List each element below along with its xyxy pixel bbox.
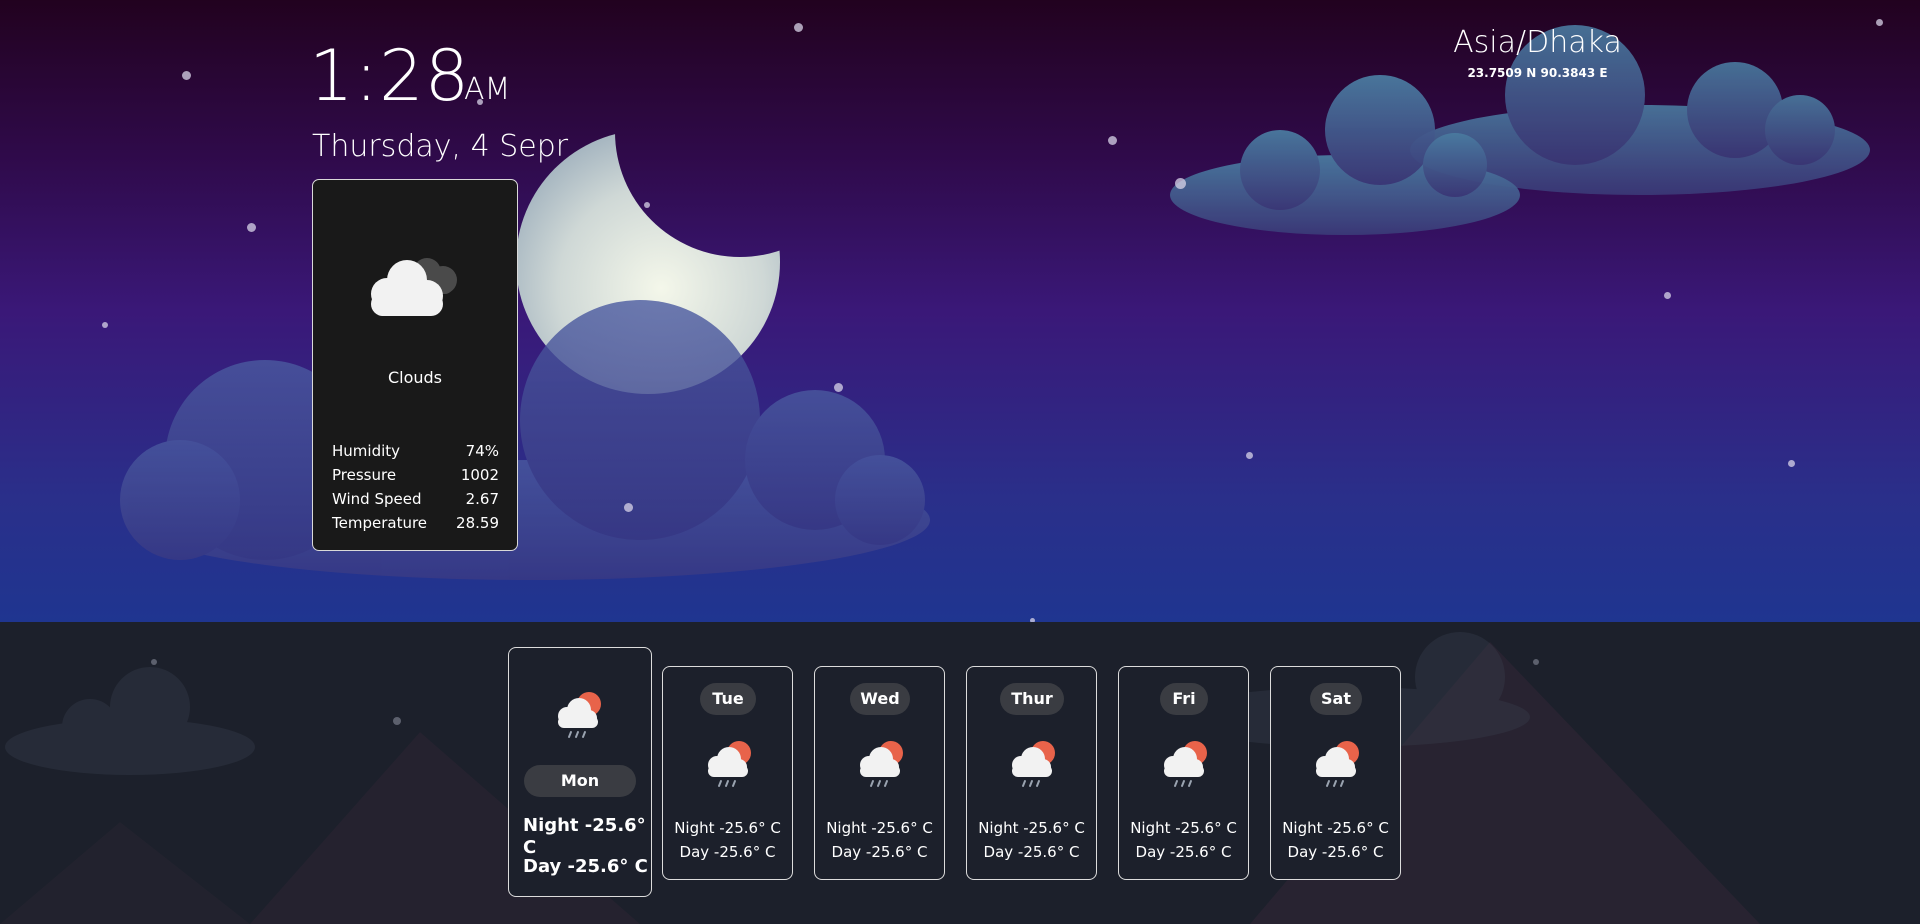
- current-weather-card: Clouds Humidity 74% Pressure 1002 Wind S…: [312, 179, 518, 551]
- day-temp: Day -25.6° C: [983, 843, 1080, 861]
- cloud-shape: [120, 300, 930, 580]
- star: [182, 71, 191, 80]
- stat-pressure: Pressure 1002: [332, 463, 499, 487]
- forecast-card-sat[interactable]: Sat Night -25.6° C Day -25.6° C: [1270, 666, 1401, 880]
- forecast-card-tue[interactable]: Tue Night -25.6° C Day -25.6° C: [662, 666, 793, 880]
- clouds-icon: [371, 258, 457, 316]
- day-temp: Day -25.6° C: [523, 856, 648, 877]
- star: [1175, 178, 1186, 189]
- star: [1664, 292, 1671, 299]
- star: [1108, 136, 1117, 145]
- forecast-card-mon[interactable]: Mon Night -25.6° C Day -25.6° C: [508, 647, 652, 897]
- star: [1246, 452, 1253, 459]
- night-temp: Night -25.6° C: [826, 819, 933, 837]
- stat-label: Wind Speed: [332, 490, 422, 508]
- star: [1876, 19, 1883, 26]
- rain-sun-icon: [1164, 741, 1207, 787]
- star: [834, 383, 843, 392]
- day-label: Mon: [524, 765, 636, 797]
- star: [794, 23, 803, 32]
- night-temp: Night -25.6° C: [978, 819, 1085, 837]
- cloud-shape: [1170, 75, 1520, 235]
- day-temp: Day -25.6° C: [679, 843, 776, 861]
- star: [102, 322, 108, 328]
- forecast-card-wed[interactable]: Wed Night -25.6° C Day -25.6° C: [814, 666, 945, 880]
- stat-value: 1002: [460, 466, 499, 484]
- stat-label: Temperature: [332, 514, 428, 532]
- day-temp: Day -25.6° C: [831, 843, 928, 861]
- night-temp: Night -25.6° C: [523, 815, 646, 858]
- day-temp: Day -25.6° C: [1287, 843, 1384, 861]
- location-block: Asia/Dhaka 23.7509 N 90.3843 E: [1420, 24, 1655, 80]
- night-temp: Night -25.6° C: [1130, 819, 1237, 837]
- stat-value: 74%: [465, 442, 499, 460]
- sky-illustration: [120, 25, 1870, 580]
- mountains-illustration: [0, 632, 1760, 924]
- stat-label: Humidity: [332, 442, 401, 460]
- stat-temperature: Temperature 28.59: [332, 511, 499, 535]
- clock-ampm: AM: [464, 72, 511, 107]
- night-temp: Night -25.6° C: [1282, 819, 1389, 837]
- rain-sun-icon: [558, 692, 601, 738]
- sky-background: [0, 0, 1920, 622]
- stat-label: Pressure: [332, 466, 397, 484]
- weather-description: Clouds: [387, 368, 443, 387]
- rain-sun-icon: [860, 741, 903, 787]
- coordinates-label: 23.7509 N 90.3843 E: [1467, 66, 1608, 80]
- forecast-background: [0, 622, 1920, 924]
- clock-date: Thursday, 4 Sepr: [312, 129, 569, 164]
- star: [247, 223, 256, 232]
- rain-sun-icon: [1012, 741, 1055, 787]
- star: [644, 202, 650, 208]
- night-temp: Night -25.6° C: [674, 819, 781, 837]
- day-temp: Day -25.6° C: [1135, 843, 1232, 861]
- stat-humidity: Humidity 74%: [332, 439, 499, 463]
- day-label: Thur: [1000, 683, 1064, 715]
- stat-value: 28.59: [456, 514, 499, 532]
- day-label: Sat: [1310, 683, 1362, 715]
- day-label: Tue: [700, 683, 756, 715]
- weather-stats: Humidity 74% Pressure 1002 Wind Speed 2.…: [332, 439, 499, 535]
- forecast-card-fri[interactable]: Fri Night -25.6° C Day -25.6° C: [1118, 666, 1249, 880]
- day-label: Wed: [850, 683, 910, 715]
- rain-sun-icon: [708, 741, 751, 787]
- rain-sun-icon: [1316, 741, 1359, 787]
- day-label: Fri: [1160, 683, 1208, 715]
- timezone-label: Asia/Dhaka: [1453, 25, 1622, 60]
- stat-value: 2.67: [465, 490, 499, 508]
- stat-wind-speed: Wind Speed 2.67: [332, 487, 499, 511]
- star: [624, 503, 633, 512]
- clock-time: 1:28: [309, 35, 471, 117]
- star: [1788, 460, 1795, 467]
- forecast-card-thur[interactable]: Thur Night -25.6° C Day -25.6° C: [966, 666, 1097, 880]
